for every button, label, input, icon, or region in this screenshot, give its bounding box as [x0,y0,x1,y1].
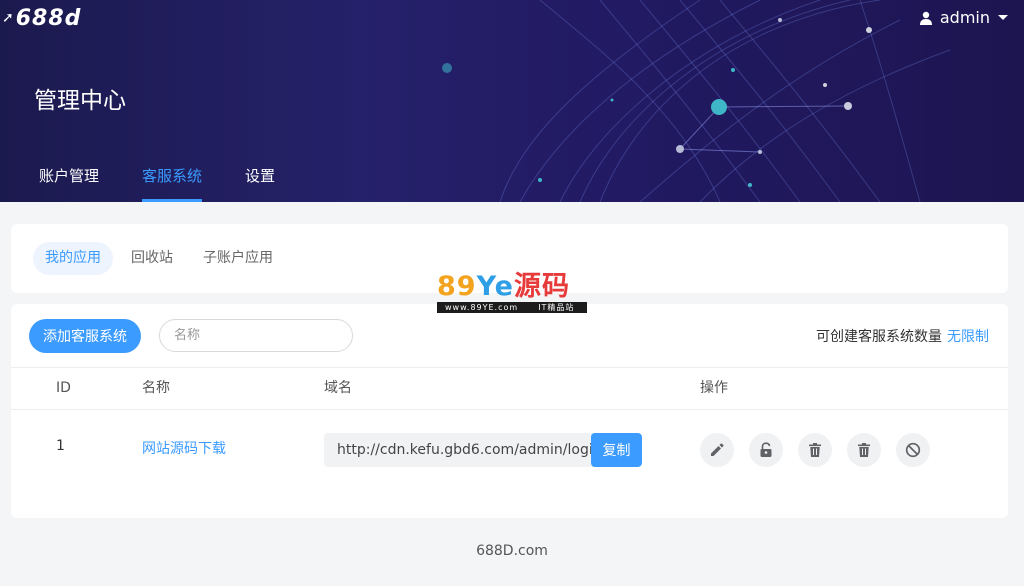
watermark-url: www.89YE.com [445,303,519,312]
row-actions [700,433,945,467]
edit-button[interactable] [700,433,734,467]
search-box[interactable] [159,319,353,352]
footer-text: 688D.com [476,543,548,559]
edit-icon [711,443,724,456]
row-name-link[interactable]: 网站源码下载 [142,438,226,458]
main-card: 添加客服系统 可创建客服系统数量无限制 ID 名称 域名 操作 1 网站源码下载… [11,304,1008,518]
search-input[interactable] [174,328,344,343]
trash-icon [858,443,870,457]
unlock-icon [760,442,772,457]
trash-button[interactable] [847,433,881,467]
tab-recycle-bin[interactable]: 回收站 [119,242,185,275]
column-header-actions: 操作 [700,380,728,396]
table-row: 1 网站源码下载 http://cdn.kefu.gbd6.com/admin/… [11,411,1008,481]
watermark-part-3: 源码 [513,271,570,302]
page-title: 管理中心 [34,88,126,114]
copy-button[interactable]: 复制 [591,433,642,467]
logo[interactable]: ➚ 688d [2,4,81,32]
watermark-tag: IT精品站 [538,303,575,312]
table-header: ID 名称 域名 操作 [11,367,1008,410]
watermark-part-2: Ye [476,271,514,302]
quota-value: 无限制 [947,329,989,345]
quota-info: 可创建客服系统数量 无限制 [816,326,989,346]
cursor-arrow-icon: ➚ [2,10,14,26]
logo-text: 688d [15,5,82,31]
nav-item-settings[interactable]: 设置 [245,160,275,202]
tabs: 我的应用 回收站 子账户应用 [33,242,291,275]
column-header-id: ID [56,380,71,396]
caret-down-icon [998,15,1008,20]
watermark-logo: 89Ye源码 www.89YE.com IT精品站 [437,272,587,314]
quota-label: 可创建客服系统数量 [816,329,942,345]
user-icon [919,11,932,25]
header-banner: ➚ 688d admin 管理中心 账户管理 客服系统 设置 [0,0,1024,202]
column-header-name: 名称 [142,380,170,396]
delete-icon [809,443,821,457]
domain-field: http://cdn.kefu.gbd6.com/admin/login/ 复制 [324,433,642,467]
nav-item-customer-service[interactable]: 客服系统 [142,160,203,202]
ban-icon [905,442,921,458]
add-service-button[interactable]: 添加客服系统 [29,319,141,353]
watermark-title: 89Ye源码 [437,272,587,302]
delete-button[interactable] [798,433,832,467]
column-header-domain: 域名 [324,380,352,396]
user-menu[interactable]: admin [919,8,1008,27]
row-id: 1 [56,438,65,454]
disable-button[interactable] [896,433,930,467]
tab-sub-account-apps[interactable]: 子账户应用 [191,242,285,275]
tab-my-apps[interactable]: 我的应用 [33,242,113,275]
unlock-button[interactable] [749,433,783,467]
main-nav: 账户管理 客服系统 设置 [39,160,318,202]
user-name: admin [939,8,990,27]
watermark-strip: www.89YE.com IT精品站 [437,302,587,313]
domain-url[interactable]: http://cdn.kefu.gbd6.com/admin/login/ [337,433,591,467]
watermark-part-1: 89 [437,271,477,302]
nav-item-account[interactable]: 账户管理 [39,160,99,202]
